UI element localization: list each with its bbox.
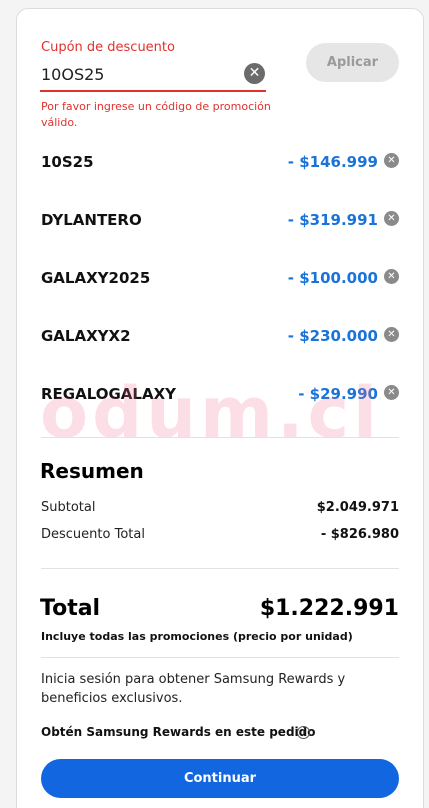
coupon-error-message: Por favor ingrese un código de promoción… <box>41 100 271 129</box>
coupon-code: GALAXY2025 <box>41 269 151 287</box>
remove-coupon-icon[interactable]: ✕ <box>384 211 399 226</box>
coupon-code: 10S25 <box>41 153 94 171</box>
discount-total-value: - $826.980 <box>320 527 399 542</box>
list-item: 10S25 - $146.999 ✕ <box>41 153 399 177</box>
coupon-code: REGALOGALAXY <box>41 385 177 403</box>
coupon-discount-amount: - $146.999 <box>287 153 378 171</box>
total-note: Incluye todas las promociones (precio po… <box>41 630 353 643</box>
coupon-input-underline <box>40 90 266 92</box>
divider <box>41 437 399 438</box>
divider <box>41 657 399 658</box>
coupon-discount-amount: - $100.000 <box>287 269 378 287</box>
remove-coupon-icon[interactable]: ✕ <box>384 385 399 400</box>
info-icon[interactable]: i <box>297 726 310 739</box>
rewards-info-text: Inicia sesión para obtener Samsung Rewar… <box>41 672 346 706</box>
coupon-discount-amount: - $29.990 <box>298 385 378 403</box>
coupon-field-label: Cupón de descuento <box>41 40 175 55</box>
total-value: $1.222.991 <box>259 596 399 621</box>
remove-coupon-icon[interactable]: ✕ <box>384 327 399 342</box>
coupon-discount-amount: - $230.000 <box>287 327 378 345</box>
list-item: GALAXYX2 - $230.000 ✕ <box>41 327 399 351</box>
coupon-code: GALAXYX2 <box>41 327 131 345</box>
apply-coupon-button[interactable]: Aplicar <box>306 43 399 82</box>
coupon-discount-amount: - $319.991 <box>287 211 378 229</box>
coupon-code: DYLANTERO <box>41 211 142 229</box>
divider <box>41 568 399 569</box>
list-item: DYLANTERO - $319.991 ✕ <box>41 211 399 235</box>
discount-total-label: Descuento Total <box>41 527 145 542</box>
rewards-label: Obtén Samsung Rewards en este pedido <box>41 725 316 739</box>
clear-icon[interactable]: ✕ <box>244 63 265 84</box>
remove-coupon-icon[interactable]: ✕ <box>384 153 399 168</box>
total-label: Total <box>40 596 101 621</box>
list-item: GALAXY2025 - $100.000 ✕ <box>41 269 399 293</box>
summary-title: Resumen <box>40 459 144 483</box>
subtotal-value: $2.049.971 <box>316 500 399 515</box>
remove-coupon-icon[interactable]: ✕ <box>384 269 399 284</box>
coupon-input[interactable]: 10OS25 <box>41 65 104 84</box>
continue-button[interactable]: Continuar <box>41 759 399 798</box>
list-item: REGALOGALAXY - $29.990 ✕ <box>41 385 399 409</box>
subtotal-label: Subtotal <box>41 500 96 515</box>
